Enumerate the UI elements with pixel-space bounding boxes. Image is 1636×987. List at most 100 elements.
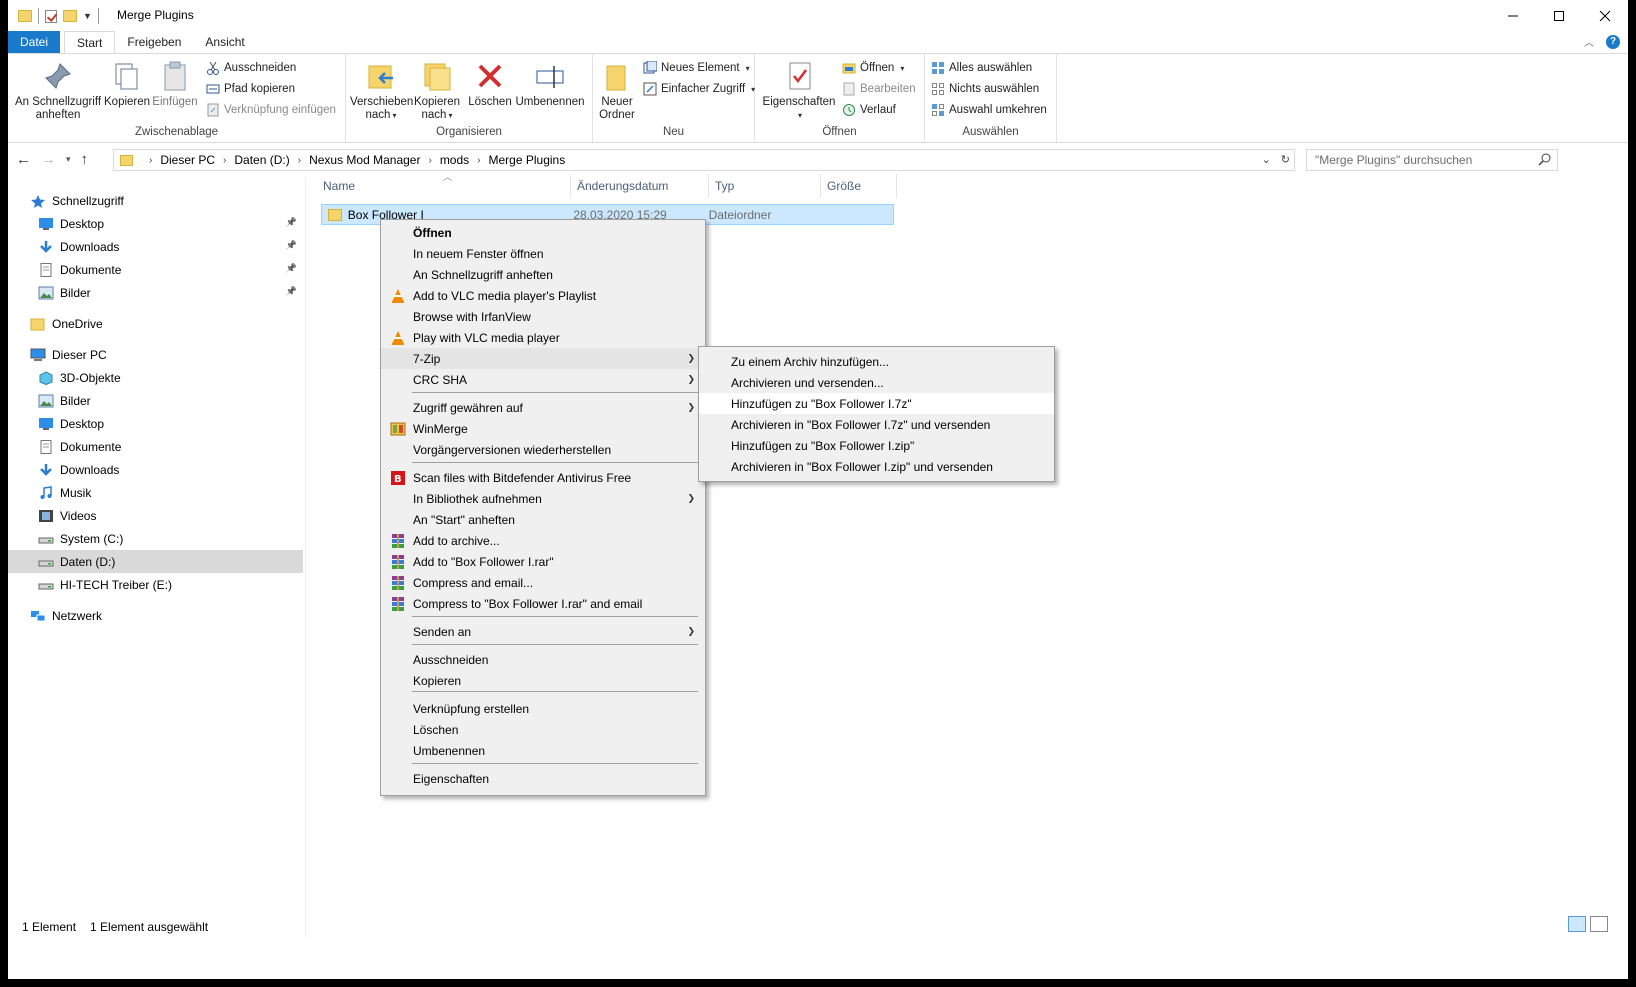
context-menu-item[interactable]: Löschen xyxy=(381,719,705,740)
history-button[interactable]: Verlauf xyxy=(842,103,896,117)
open-button[interactable]: Öffnen ▾ xyxy=(842,61,904,75)
sidebar-item[interactable]: Bilder xyxy=(8,389,303,412)
context-menu-item[interactable]: Add to archive... xyxy=(381,530,705,551)
context-menu-item[interactable]: Compress to "Box Follower I.rar" and ema… xyxy=(381,593,705,614)
breadcrumb-item[interactable]: Dieser PC xyxy=(160,153,215,167)
pin-quick-access-button[interactable]: An Schnellzugriff anheften xyxy=(12,60,104,122)
help-icon[interactable]: ? xyxy=(1606,34,1620,49)
tab-start[interactable]: Start xyxy=(64,31,116,53)
sidebar-item[interactable]: Schnellzugriff xyxy=(8,189,303,212)
copy-path-button[interactable]: Pfad kopieren xyxy=(206,82,295,96)
move-to-button[interactable]: Verschieben nach ▾ xyxy=(350,60,413,122)
tab-freigeben[interactable]: Freigeben xyxy=(115,31,193,53)
edit-button[interactable]: Bearbeiten xyxy=(842,82,916,96)
cut-button[interactable]: Ausschneiden xyxy=(206,61,296,75)
sidebar-item[interactable]: Videos xyxy=(8,504,303,527)
sidebar-item[interactable]: Dokumente 📌 xyxy=(8,258,303,281)
context-menu-item[interactable]: WinMerge xyxy=(381,418,705,439)
sidebar-item[interactable]: Downloads xyxy=(8,458,303,481)
properties-icon[interactable] xyxy=(45,9,57,23)
collapse-ribbon-icon[interactable]: ︿ xyxy=(1584,34,1594,49)
context-menu-item[interactable]: In neuem Fenster öffnen xyxy=(381,243,705,264)
sidebar-item[interactable]: Netzwerk xyxy=(8,604,303,627)
context-menu-item[interactable]: Verknüpfung erstellen xyxy=(381,698,705,719)
context-menu-item[interactable]: Kopieren xyxy=(381,670,705,691)
invert-selection-button[interactable]: Auswahl umkehren xyxy=(931,103,1047,117)
context-menu-item[interactable]: Senden an ❯ xyxy=(381,621,705,642)
context-menu-item[interactable]: An "Start" anheften xyxy=(381,509,705,530)
properties-button[interactable]: Eigenschaften ▾ xyxy=(761,60,837,122)
context-menu-item[interactable]: Play with VLC media player xyxy=(381,327,705,348)
submenu-item[interactable]: Hinzufügen zu "Box Follower I.7z" xyxy=(699,393,1054,414)
column-header-name[interactable]: Name xyxy=(321,174,571,198)
back-arrow-icon[interactable]: ← xyxy=(16,151,31,168)
context-menu-item[interactable]: B Scan files with Bitdefender Antivirus F… xyxy=(381,467,705,488)
sidebar-item[interactable]: Downloads 📌 xyxy=(8,235,303,258)
select-none-button[interactable]: Nichts auswählen xyxy=(931,82,1039,96)
column-header-type[interactable]: Typ xyxy=(709,174,821,198)
search-input[interactable]: "Merge Plugins" durchsuchen xyxy=(1306,149,1558,171)
column-header-size[interactable]: Größe xyxy=(821,174,897,198)
search-icon[interactable] xyxy=(1538,153,1551,169)
delete-button[interactable]: Löschen xyxy=(468,60,512,109)
context-menu-item[interactable]: Add to "Box Follower I.rar" xyxy=(381,551,705,572)
sidebar-item[interactable]: Desktop xyxy=(8,412,303,435)
paste-button[interactable]: Einfügen xyxy=(152,60,198,109)
up-arrow-icon[interactable]: ↑ xyxy=(81,151,89,168)
minimize-button[interactable] xyxy=(1490,0,1536,31)
chevron-down-icon[interactable]: ⌄ xyxy=(1262,153,1271,166)
context-menu-item[interactable]: Vorgängerversionen wiederherstellen xyxy=(381,439,705,460)
address-bar[interactable]: › Dieser PC › Daten (D:) › Nexus Mod Man… xyxy=(113,149,1295,171)
breadcrumb-item[interactable]: mods xyxy=(440,153,469,167)
tab-ansicht[interactable]: Ansicht xyxy=(193,31,256,53)
new-item-button[interactable]: Neues Element ▾ xyxy=(643,60,750,75)
select-all-button[interactable]: Alles auswählen xyxy=(931,61,1032,75)
submenu-item[interactable]: Archivieren in "Box Follower I.zip" und … xyxy=(699,456,1054,477)
sidebar-item[interactable]: System (C:) xyxy=(8,527,303,550)
sidebar-item[interactable]: OneDrive xyxy=(8,312,303,335)
context-menu-item[interactable]: In Bibliothek aufnehmen ❯ xyxy=(381,488,705,509)
sidebar-item[interactable]: Bilder 📌 xyxy=(8,281,303,304)
sidebar-item[interactable]: Desktop 📌 xyxy=(8,212,303,235)
pane-divider[interactable] xyxy=(305,177,306,937)
context-menu-item[interactable]: Compress and email... xyxy=(381,572,705,593)
context-menu-item[interactable]: Öffnen xyxy=(381,222,705,243)
context-menu-item[interactable]: Add to VLC media player's Playlist xyxy=(381,285,705,306)
context-menu-item[interactable]: Umbenennen xyxy=(381,740,705,761)
sidebar-item[interactable]: Dokumente xyxy=(8,435,303,458)
large-icons-view-icon[interactable] xyxy=(1590,916,1608,932)
context-menu-item[interactable]: Zugriff gewähren auf ❯ xyxy=(381,397,705,418)
breadcrumb-item[interactable]: Nexus Mod Manager xyxy=(309,153,420,167)
new-folder-button[interactable]: Neuer Ordner xyxy=(597,60,637,122)
submenu-item[interactable]: Archivieren in "Box Follower I.7z" und v… xyxy=(699,414,1054,435)
copy-to-button[interactable]: Kopieren nach ▾ xyxy=(412,60,462,122)
sidebar-item[interactable]: Musik xyxy=(8,481,303,504)
close-button[interactable] xyxy=(1582,0,1628,31)
context-menu-item[interactable]: 7-Zip ❯ xyxy=(381,348,705,369)
sidebar-item[interactable]: Dieser PC xyxy=(8,343,303,366)
context-menu-item[interactable]: An Schnellzugriff anheften xyxy=(381,264,705,285)
tab-datei[interactable]: Datei xyxy=(8,31,61,53)
column-header-date[interactable]: Änderungsdatum xyxy=(571,174,709,198)
context-menu-item[interactable]: Ausschneiden xyxy=(381,649,705,670)
breadcrumb-item[interactable]: Daten (D:) xyxy=(234,153,289,167)
context-menu-item[interactable]: Eigenschaften xyxy=(381,768,705,789)
details-view-icon[interactable] xyxy=(1568,916,1586,932)
breadcrumb-item[interactable]: Merge Plugins xyxy=(489,153,566,167)
maximize-button[interactable] xyxy=(1536,0,1582,31)
sidebar-item[interactable]: Daten (D:) xyxy=(8,550,303,573)
customize-toolbar-icon[interactable]: ▼ xyxy=(83,11,92,21)
paste-shortcut-button[interactable]: Verknüpfung einfügen xyxy=(206,103,336,117)
new-folder-icon[interactable] xyxy=(63,10,77,22)
copy-button[interactable]: Kopieren xyxy=(104,60,150,109)
sidebar-item[interactable]: 3D-Objekte xyxy=(8,366,303,389)
context-menu-item[interactable]: Browse with IrfanView xyxy=(381,306,705,327)
easy-access-button[interactable]: Einfacher Zugriff ▾ xyxy=(643,82,755,96)
sidebar-item[interactable]: HI-TECH Treiber (E:) xyxy=(8,573,303,596)
submenu-item[interactable]: Hinzufügen zu "Box Follower I.zip" xyxy=(699,435,1054,456)
rename-button[interactable]: Umbenennen xyxy=(514,60,586,109)
submenu-item[interactable]: Archivieren und versenden... xyxy=(699,372,1054,393)
context-menu-item[interactable]: CRC SHA ❯ xyxy=(381,369,705,390)
recent-locations-icon[interactable]: ▾ xyxy=(66,154,71,165)
submenu-item[interactable]: Zu einem Archiv hinzufügen... xyxy=(699,351,1054,372)
